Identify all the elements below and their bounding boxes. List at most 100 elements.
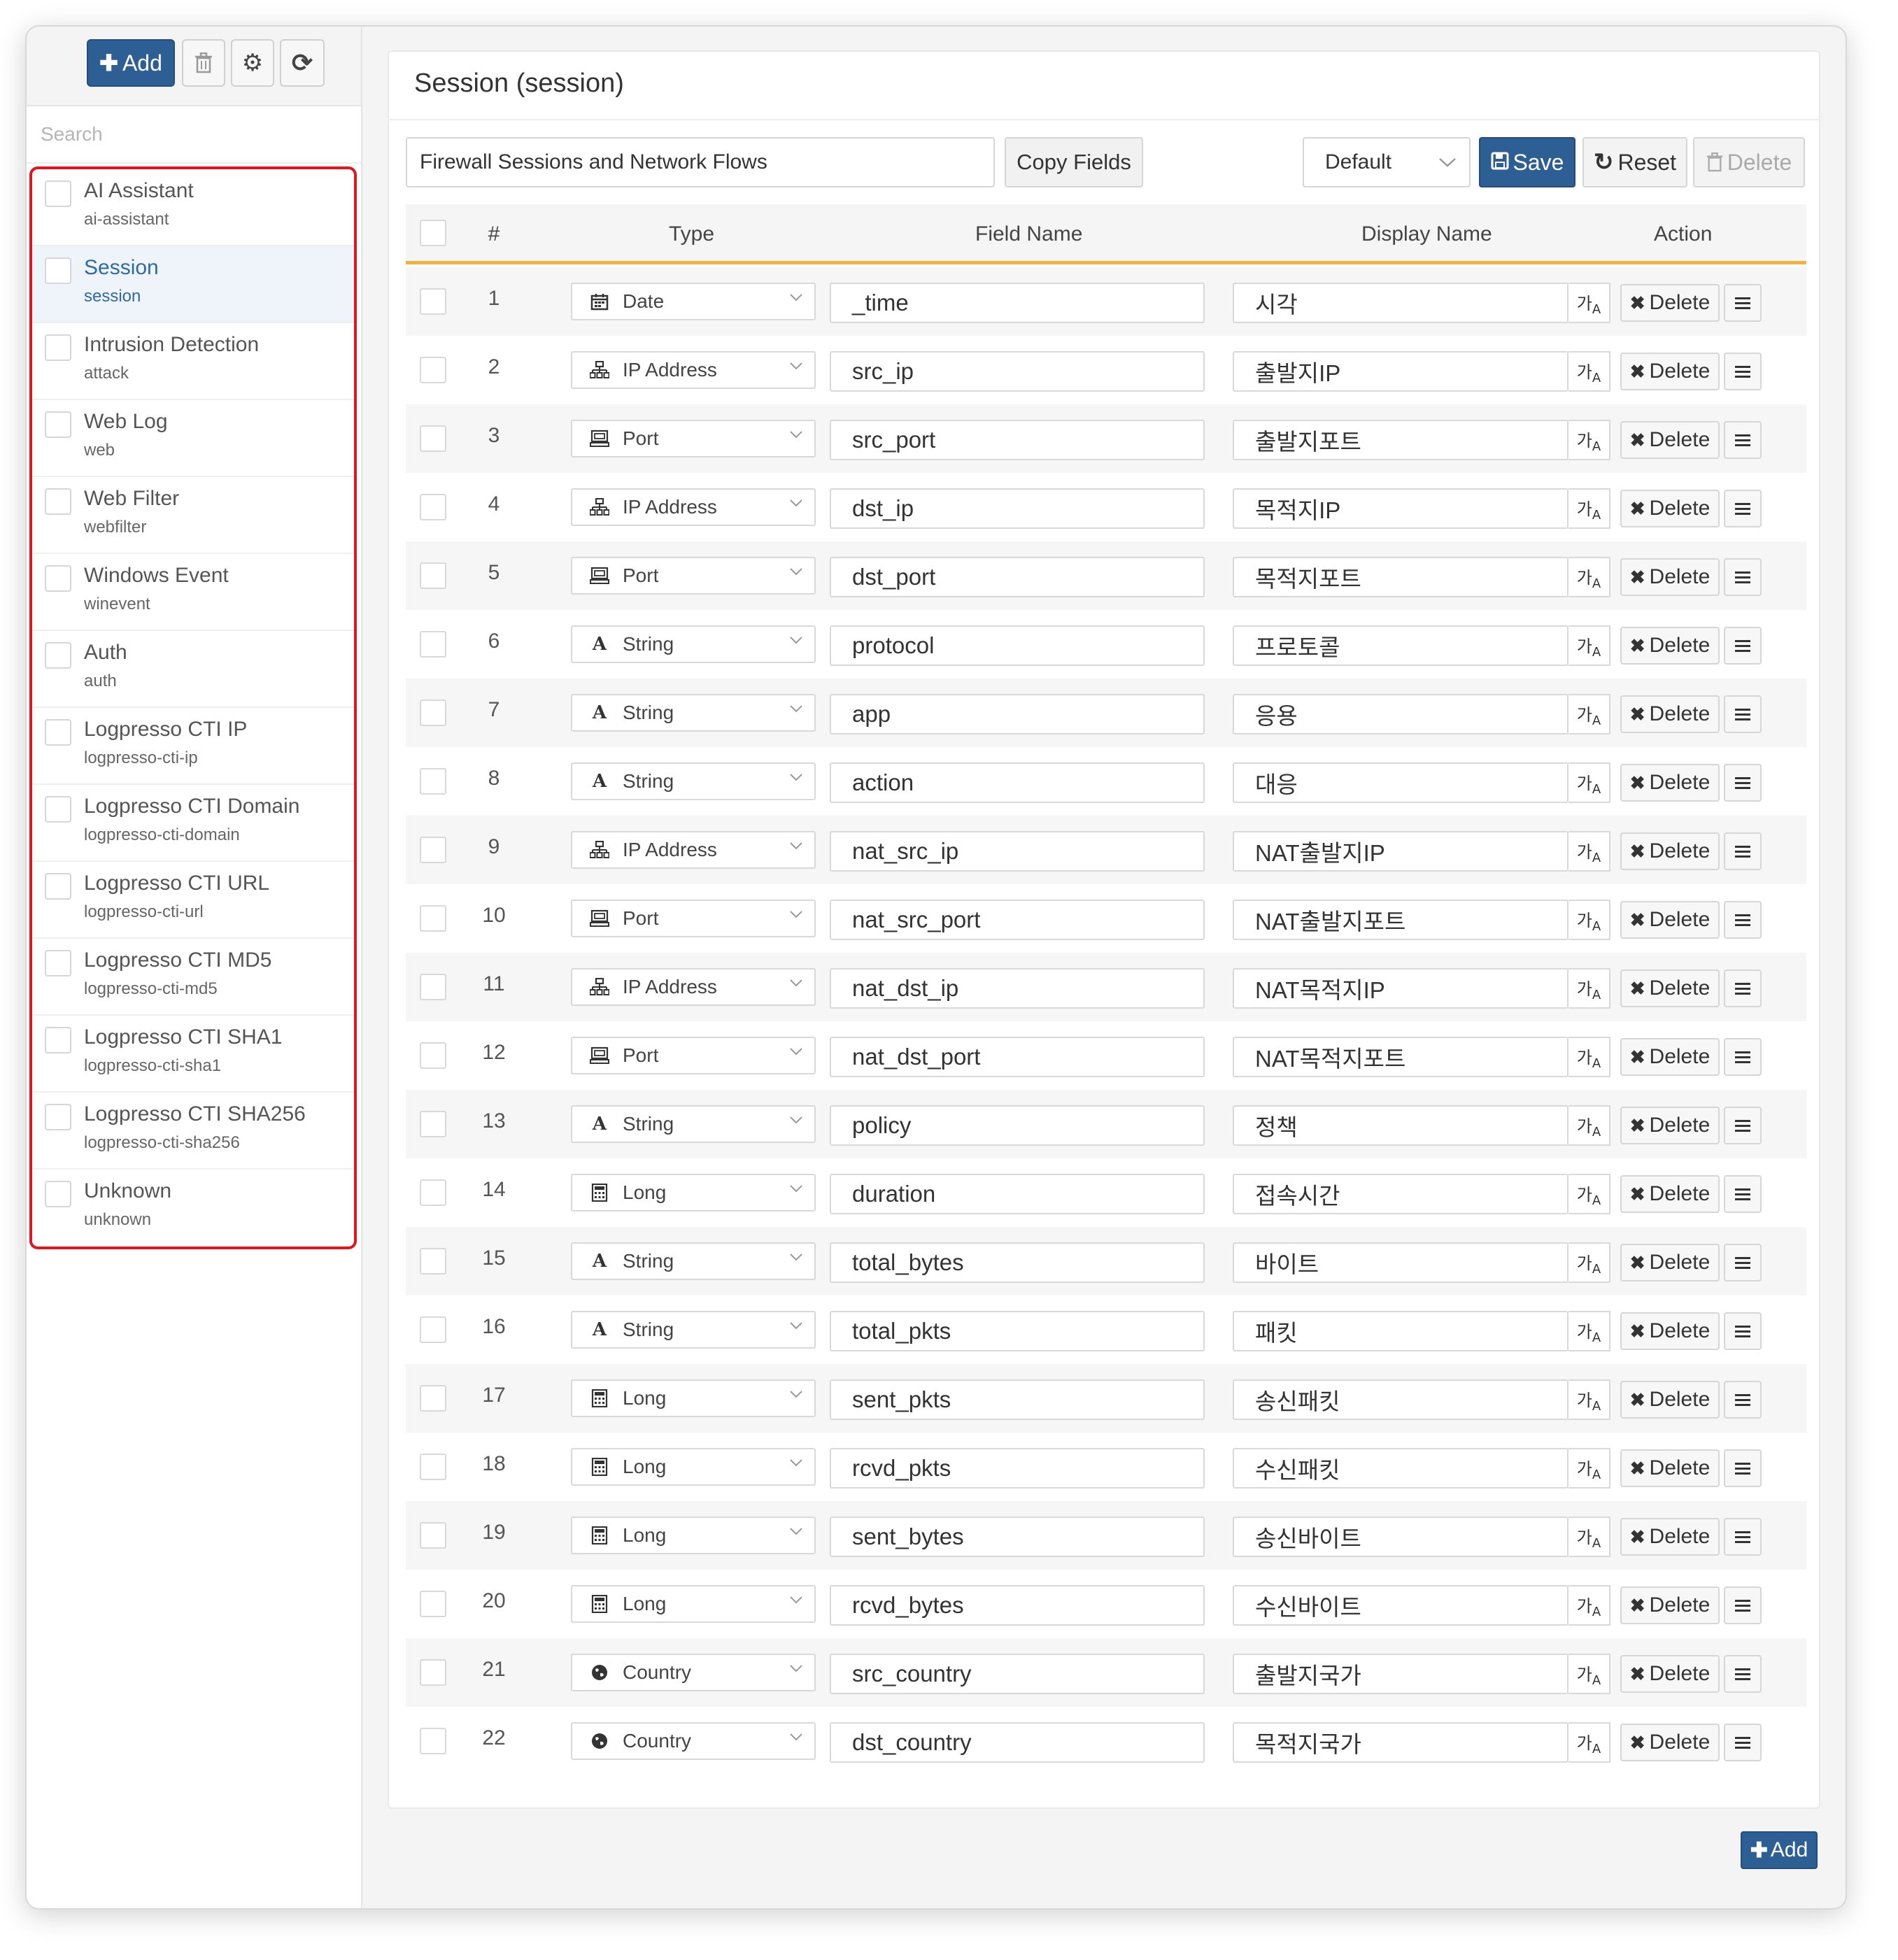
category-item[interactable]: Logpresso CTI Domain logpresso-cti-domain [32, 785, 354, 862]
translate-button[interactable]: 가A [1568, 1242, 1610, 1283]
field-name-input[interactable]: nat_dst_ip [830, 968, 1205, 1009]
category-checkbox[interactable] [45, 565, 71, 592]
display-name-input[interactable]: 정책 [1233, 1105, 1568, 1146]
row-menu-button[interactable] [1724, 1449, 1762, 1487]
category-item[interactable]: Logpresso CTI URL logpresso-cti-url [32, 862, 354, 939]
row-menu-button[interactable] [1724, 970, 1762, 1007]
type-select[interactable]: A String [571, 1311, 816, 1349]
translate-button[interactable]: 가A [1568, 557, 1610, 597]
display-name-input[interactable]: 출발지국가 [1233, 1654, 1568, 1694]
type-select[interactable]: Port [571, 1037, 816, 1074]
field-name-input[interactable]: duration [830, 1174, 1205, 1214]
row-checkbox[interactable] [420, 905, 446, 932]
row-menu-button[interactable] [1724, 1724, 1762, 1761]
row-checkbox[interactable] [420, 1385, 446, 1412]
translate-button[interactable]: 가A [1568, 625, 1610, 666]
delete-button[interactable]: Delete [1693, 137, 1805, 187]
row-checkbox[interactable] [420, 1659, 446, 1686]
translate-button[interactable]: 가A [1568, 1585, 1610, 1626]
row-delete-button[interactable]: ✖ Delete [1620, 1724, 1720, 1761]
type-select[interactable]: Date [571, 283, 816, 320]
row-delete-button[interactable]: ✖ Delete [1620, 1175, 1720, 1213]
field-name-input[interactable]: nat_src_port [830, 900, 1205, 940]
category-item[interactable]: Logpresso CTI SHA1 logpresso-cti-sha1 [32, 1016, 354, 1093]
display-name-input[interactable]: 수신패킷 [1233, 1448, 1568, 1489]
translate-button[interactable]: 가A [1568, 351, 1610, 392]
category-checkbox[interactable] [45, 488, 71, 515]
description-input[interactable]: Firewall Sessions and Network Flows [406, 137, 995, 187]
field-name-input[interactable]: dst_ip [830, 488, 1205, 529]
category-checkbox[interactable] [45, 796, 71, 823]
row-menu-button[interactable] [1724, 421, 1762, 459]
row-menu-button[interactable] [1724, 1586, 1762, 1624]
translate-button[interactable]: 가A [1568, 1105, 1610, 1146]
translate-button[interactable]: 가A [1568, 1448, 1610, 1489]
translate-button[interactable]: 가A [1568, 694, 1610, 734]
display-name-input[interactable]: 목적지IP [1233, 488, 1568, 529]
select-all-checkbox[interactable] [420, 220, 446, 246]
row-checkbox[interactable] [420, 700, 446, 726]
field-name-input[interactable]: rcvd_bytes [830, 1585, 1205, 1626]
type-select[interactable]: Long [571, 1379, 816, 1417]
row-delete-button[interactable]: ✖ Delete [1620, 1518, 1720, 1556]
translate-button[interactable]: 가A [1568, 900, 1610, 940]
row-delete-button[interactable]: ✖ Delete [1620, 832, 1720, 870]
row-menu-button[interactable] [1724, 284, 1762, 322]
category-checkbox[interactable] [45, 1027, 71, 1053]
row-checkbox[interactable] [420, 1728, 446, 1754]
row-checkbox[interactable] [420, 1591, 446, 1617]
display-name-input[interactable]: 프로토콜 [1233, 625, 1568, 666]
row-delete-button[interactable]: ✖ Delete [1620, 1449, 1720, 1487]
type-select[interactable]: IP Address [571, 831, 816, 869]
type-select[interactable]: Long [571, 1585, 816, 1623]
row-checkbox[interactable] [420, 974, 446, 1000]
type-select[interactable]: A String [571, 1105, 816, 1143]
row-delete-button[interactable]: ✖ Delete [1620, 353, 1720, 390]
field-name-input[interactable]: rcvd_pkts [830, 1448, 1205, 1489]
row-checkbox[interactable] [420, 1522, 446, 1549]
row-delete-button[interactable]: ✖ Delete [1620, 490, 1720, 527]
row-delete-button[interactable]: ✖ Delete [1620, 1381, 1720, 1419]
row-menu-button[interactable] [1724, 490, 1762, 527]
row-menu-button[interactable] [1724, 695, 1762, 733]
category-item[interactable]: Web Filter webfilter [32, 477, 354, 554]
row-delete-button[interactable]: ✖ Delete [1620, 558, 1720, 596]
type-select[interactable]: Country [571, 1654, 816, 1691]
row-checkbox[interactable] [420, 768, 446, 795]
category-item[interactable]: Windows Event winevent [32, 554, 354, 631]
row-delete-button[interactable]: ✖ Delete [1620, 1312, 1720, 1350]
row-menu-button[interactable] [1724, 764, 1762, 802]
row-delete-button[interactable]: ✖ Delete [1620, 421, 1720, 459]
display-name-input[interactable]: 대응 [1233, 762, 1568, 803]
row-checkbox[interactable] [420, 494, 446, 520]
display-name-input[interactable]: 시각 [1233, 283, 1568, 323]
field-name-input[interactable]: _time [830, 283, 1205, 323]
row-delete-button[interactable]: ✖ Delete [1620, 1586, 1720, 1624]
type-select[interactable]: Port [571, 557, 816, 595]
type-select[interactable]: Long [571, 1517, 816, 1554]
row-checkbox[interactable] [420, 1248, 446, 1274]
field-name-input[interactable]: dst_port [830, 557, 1205, 597]
category-checkbox[interactable] [45, 719, 71, 746]
profile-select[interactable]: Default [1303, 137, 1471, 187]
row-menu-button[interactable] [1724, 1518, 1762, 1556]
category-checkbox[interactable] [45, 334, 71, 361]
row-menu-button[interactable] [1724, 1038, 1762, 1076]
type-select[interactable]: IP Address [571, 488, 816, 526]
category-checkbox[interactable] [45, 1104, 71, 1130]
row-delete-button[interactable]: ✖ Delete [1620, 901, 1720, 939]
field-name-input[interactable]: dst_country [830, 1722, 1205, 1763]
refresh-button[interactable]: ⟳ [280, 39, 325, 87]
translate-button[interactable]: 가A [1568, 762, 1610, 803]
type-select[interactable]: Country [571, 1722, 816, 1760]
field-name-input[interactable]: total_pkts [830, 1311, 1205, 1351]
category-item[interactable]: Logpresso CTI SHA256 logpresso-cti-sha256 [32, 1093, 354, 1170]
type-select[interactable]: A String [571, 762, 816, 800]
row-checkbox[interactable] [420, 837, 446, 863]
type-select[interactable]: A String [571, 694, 816, 732]
type-select[interactable]: A String [571, 625, 816, 663]
trash-button[interactable] [182, 39, 225, 87]
row-checkbox[interactable] [420, 1111, 446, 1137]
field-name-input[interactable]: src_ip [830, 351, 1205, 392]
display-name-input[interactable]: 바이트 [1233, 1242, 1568, 1283]
